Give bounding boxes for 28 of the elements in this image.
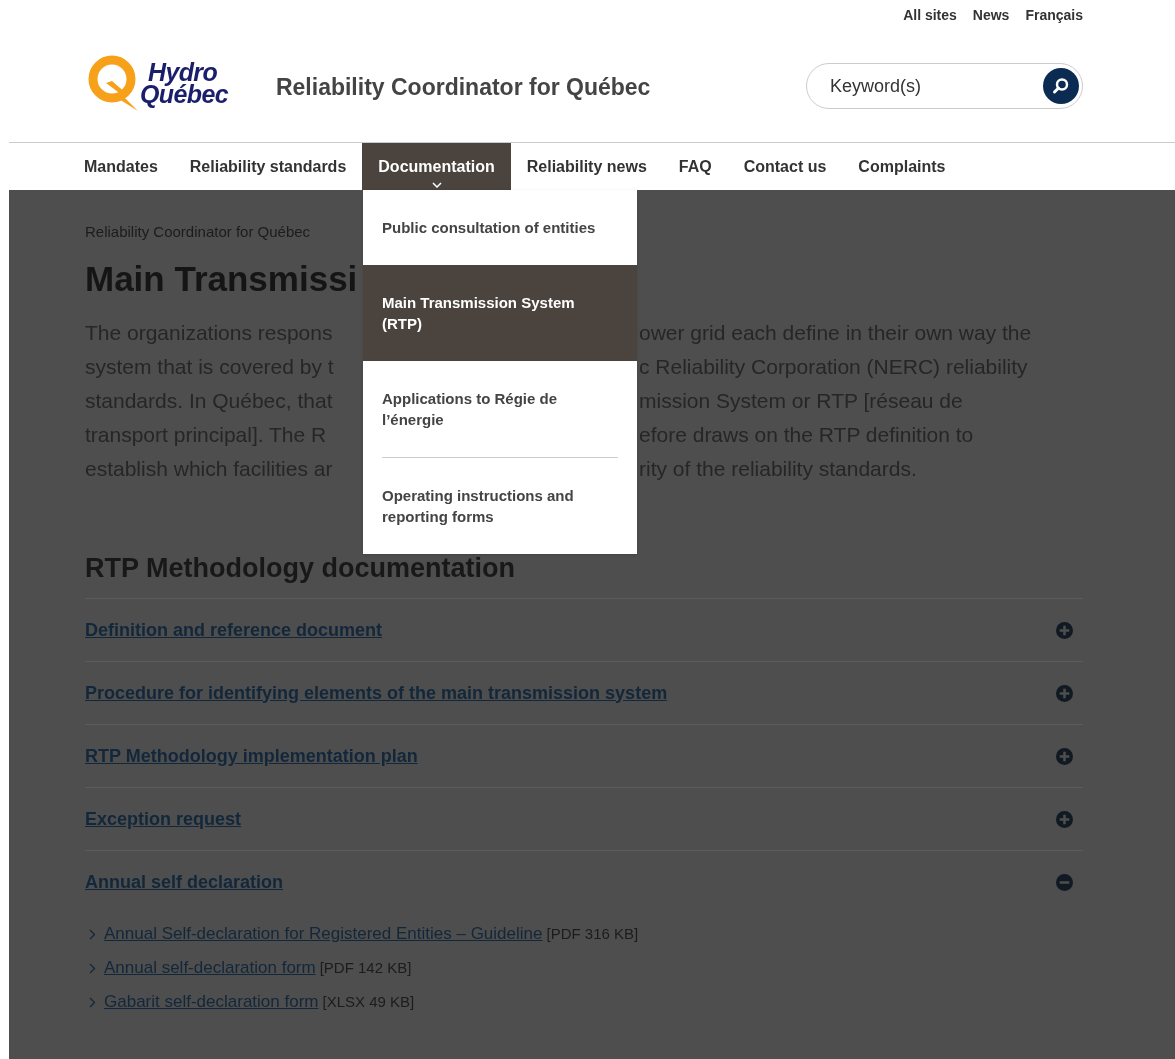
minus-circle-icon	[1056, 873, 1073, 891]
dropdown-item[interactable]: Public consultation of entities	[363, 190, 637, 265]
site-title: Reliability Coordinator for Québec	[275, 72, 651, 102]
plus-circle-icon	[1056, 684, 1073, 702]
chevron-right-icon	[89, 996, 96, 1008]
top-link[interactable]: News	[972, 5, 1010, 26]
page-title: Main Transmissi	[85, 258, 358, 300]
dropdown-item[interactable]: Operating instructions and reporting forms	[363, 458, 637, 554]
top-link[interactable]: Français	[1025, 5, 1083, 26]
plus-circle-icon	[1056, 747, 1073, 765]
logo[interactable]: Hydro Québec	[86, 53, 228, 113]
nav-tab[interactable]: Complaints	[842, 143, 962, 190]
dropdown-item[interactable]: Applications to Régie de l’énergie	[363, 361, 637, 457]
nav-tab[interactable]: Reliability standards	[173, 143, 363, 190]
chevron-right-icon	[89, 928, 96, 940]
nav-tab[interactable]: Reliability news	[510, 143, 663, 190]
caret-icon	[431, 182, 442, 188]
nav-tab[interactable]: Mandates	[68, 143, 174, 190]
search-icon	[1052, 77, 1070, 95]
plus-circle-icon	[1056, 621, 1073, 639]
nav-tab[interactable]: FAQ	[662, 143, 728, 190]
dropdown-item[interactable]: Main Transmission System (RTP)	[363, 265, 637, 361]
plus-circle-icon	[1056, 810, 1073, 828]
chevron-right-icon	[89, 962, 96, 974]
top-link[interactable]: All sites	[903, 5, 957, 26]
nav-tab[interactable]: Contact us	[727, 143, 843, 190]
search-field[interactable]: Keyword(s)	[806, 63, 1083, 109]
nav-tab[interactable]: Documentation	[362, 143, 511, 190]
